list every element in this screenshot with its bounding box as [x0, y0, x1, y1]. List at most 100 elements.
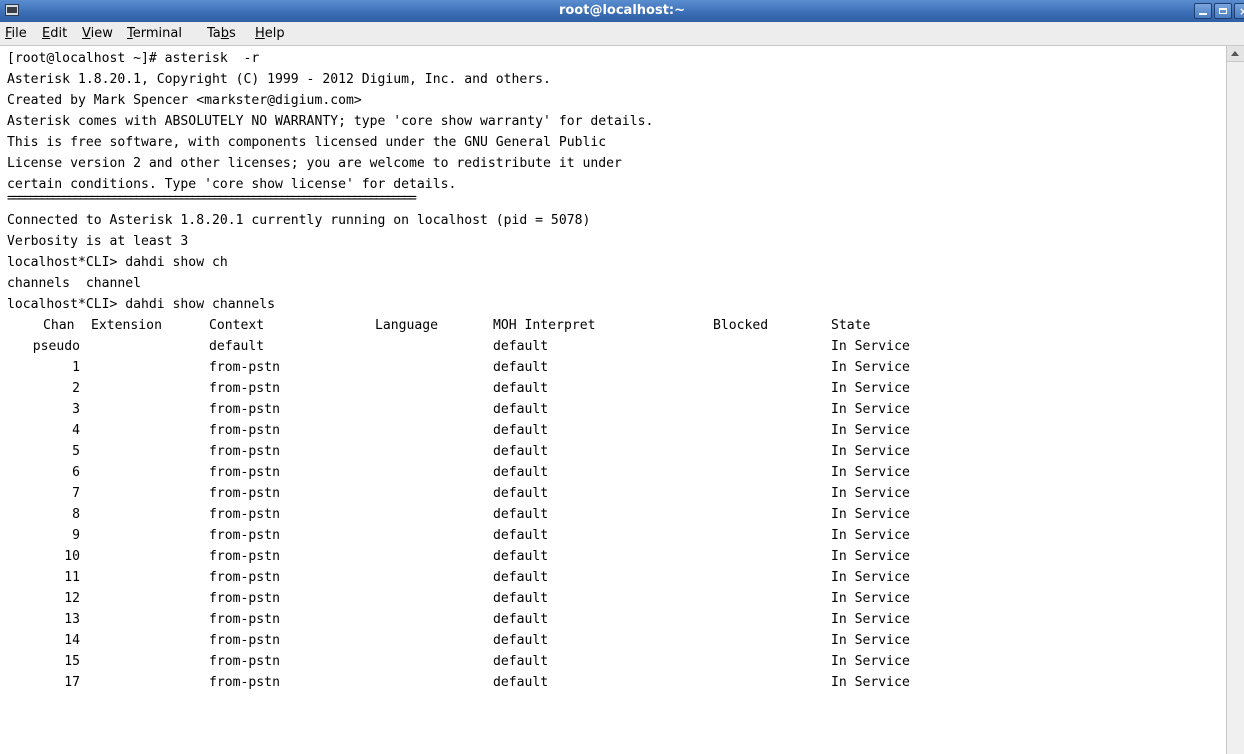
- cell-state: In Service: [831, 423, 910, 438]
- cell-state: In Service: [831, 633, 910, 648]
- cell-chan: 7: [72, 486, 80, 501]
- cell-moh-interpret: default: [493, 633, 549, 648]
- header-extension: Extension: [91, 318, 162, 333]
- header-context: Context: [209, 318, 265, 333]
- cell-state: In Service: [831, 612, 910, 627]
- cell-moh-interpret: default: [493, 339, 549, 354]
- cell-context: from-pstn: [209, 381, 280, 396]
- cell-chan: 14: [64, 633, 80, 648]
- cell-moh-interpret: default: [493, 423, 549, 438]
- cell-context: from-pstn: [209, 654, 280, 669]
- menu-view[interactable]: View: [82, 22, 113, 45]
- minimize-icon: [1199, 13, 1207, 15]
- cell-context: from-pstn: [209, 423, 280, 438]
- close-icon: ×: [1239, 5, 1244, 18]
- cell-state: In Service: [831, 570, 910, 585]
- cell-state: In Service: [831, 675, 910, 690]
- cell-chan: 4: [72, 423, 80, 438]
- cell-state: In Service: [831, 549, 910, 564]
- cell-chan: 5: [72, 444, 80, 459]
- cell-chan: pseudo: [32, 339, 80, 354]
- terminal-line: Connected to Asterisk 1.8.20.1 currently…: [7, 213, 591, 228]
- cell-context: from-pstn: [209, 486, 280, 501]
- menu-edit[interactable]: Edit: [42, 22, 67, 45]
- header-moh-interpret: MOH Interpret: [493, 318, 596, 333]
- cell-state: In Service: [831, 528, 910, 543]
- cell-context: from-pstn: [209, 612, 280, 627]
- cell-chan: 12: [64, 591, 80, 606]
- scroll-up-arrow-icon[interactable]: [1227, 46, 1244, 62]
- cell-chan: 13: [64, 612, 80, 627]
- cell-moh-interpret: default: [493, 549, 549, 564]
- cell-chan: 10: [64, 549, 80, 564]
- cell-chan: 3: [72, 402, 80, 417]
- cell-moh-interpret: default: [493, 465, 549, 480]
- cell-context: from-pstn: [209, 675, 280, 690]
- terminal-line: Created by Mark Spencer <markster@digium…: [7, 93, 362, 108]
- close-button[interactable]: ×: [1234, 3, 1244, 19]
- separator-line: ========================================…: [7, 191, 417, 206]
- cell-chan: 1: [72, 360, 80, 375]
- cell-context: from-pstn: [209, 444, 280, 459]
- header-chan: Chan: [43, 318, 75, 333]
- cell-state: In Service: [831, 339, 910, 354]
- cell-moh-interpret: default: [493, 528, 549, 543]
- terminal-line: [root@localhost ~]# asterisk -r: [7, 51, 260, 66]
- maximize-button[interactable]: [1214, 3, 1232, 19]
- cell-moh-interpret: default: [493, 507, 549, 522]
- menu-tabs[interactable]: Tabs: [207, 22, 236, 45]
- cell-state: In Service: [831, 591, 910, 606]
- cell-chan: 8: [72, 507, 80, 522]
- header-blocked: Blocked: [713, 318, 769, 333]
- terminal-line: localhost*CLI> dahdi show ch: [7, 255, 228, 270]
- cell-moh-interpret: default: [493, 612, 549, 627]
- cell-state: In Service: [831, 486, 910, 501]
- cell-context: from-pstn: [209, 360, 280, 375]
- cell-context: default: [209, 339, 265, 354]
- cell-context: from-pstn: [209, 633, 280, 648]
- menu-bar: File Edit View Terminal Tabs Help: [0, 22, 1244, 46]
- menu-file[interactable]: File: [5, 22, 27, 45]
- cell-state: In Service: [831, 381, 910, 396]
- cell-moh-interpret: default: [493, 486, 549, 501]
- cell-context: from-pstn: [209, 507, 280, 522]
- terminal-window: root@localhost:~ × File Edit View Termin…: [0, 0, 1244, 754]
- cell-moh-interpret: default: [493, 591, 549, 606]
- cell-state: In Service: [831, 654, 910, 669]
- terminal-output[interactable]: [root@localhost ~]# asterisk -r Asterisk…: [0, 46, 1226, 754]
- cell-moh-interpret: default: [493, 444, 549, 459]
- menu-help[interactable]: Help: [255, 22, 285, 45]
- cell-chan: 15: [64, 654, 80, 669]
- header-language: Language: [375, 318, 439, 333]
- terminal-line: localhost*CLI> dahdi show channels: [7, 297, 276, 312]
- terminal-line: Verbosity is at least 3: [7, 234, 189, 249]
- menu-terminal[interactable]: Terminal: [127, 22, 182, 45]
- cell-context: from-pstn: [209, 528, 280, 543]
- cell-chan: 2: [72, 381, 80, 396]
- cell-moh-interpret: default: [493, 570, 549, 585]
- title-bar[interactable]: root@localhost:~ ×: [0, 0, 1244, 23]
- cell-context: from-pstn: [209, 591, 280, 606]
- cell-state: In Service: [831, 402, 910, 417]
- terminal-line: channels channel: [7, 276, 142, 291]
- cell-state: In Service: [831, 360, 910, 375]
- cell-chan: 9: [72, 528, 80, 543]
- cell-context: from-pstn: [209, 402, 280, 417]
- cell-state: In Service: [831, 507, 910, 522]
- cell-context: from-pstn: [209, 570, 280, 585]
- cell-moh-interpret: default: [493, 654, 549, 669]
- cell-moh-interpret: default: [493, 360, 549, 375]
- terminal-line: Asterisk comes with ABSOLUTELY NO WARRAN…: [7, 114, 654, 129]
- cell-context: from-pstn: [209, 549, 280, 564]
- cell-moh-interpret: default: [493, 381, 549, 396]
- window-title: root@localhost:~: [558, 3, 686, 18]
- cell-state: In Service: [831, 465, 910, 480]
- minimize-button[interactable]: [1194, 3, 1212, 19]
- terminal-line: License version 2 and other licenses; yo…: [7, 156, 622, 171]
- cell-moh-interpret: default: [493, 402, 549, 417]
- header-state: State: [831, 318, 871, 333]
- cell-state: In Service: [831, 444, 910, 459]
- terminal-line: This is free software, with components l…: [7, 135, 607, 150]
- vertical-scrollbar[interactable]: [1226, 46, 1244, 754]
- cell-context: from-pstn: [209, 465, 280, 480]
